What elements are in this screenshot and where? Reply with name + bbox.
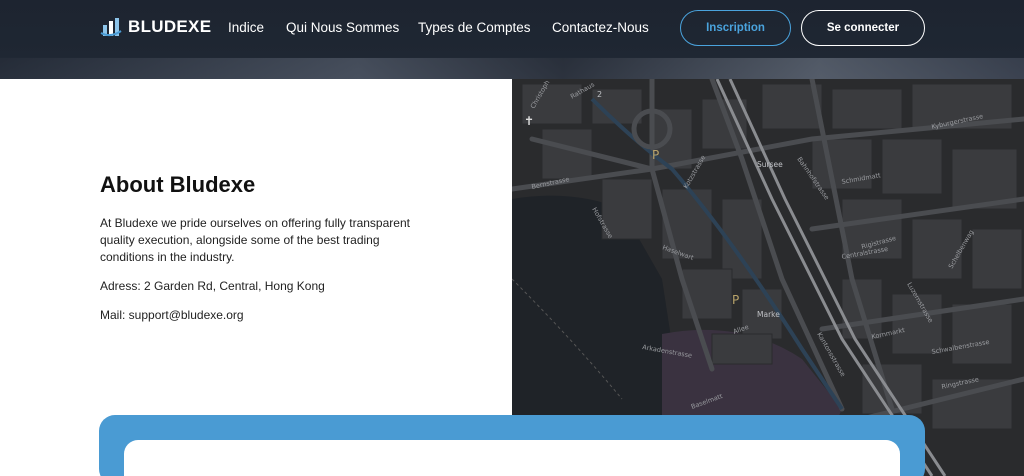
bottom-card xyxy=(124,440,900,476)
signup-button[interactable]: Inscription xyxy=(680,10,791,46)
map-label: 2 xyxy=(597,90,602,99)
about-address: Adress: 2 Garden Rd, Central, Hong Kong xyxy=(100,279,325,293)
about-mail[interactable]: Mail: support@bludexe.org xyxy=(100,307,410,324)
nav-item-contact[interactable]: Contactez-Nous xyxy=(552,20,649,35)
nav-item-indice[interactable]: Indice xyxy=(228,20,264,35)
site-header: BLUDEXE Indice Qui Nous Sommes Types de … xyxy=(0,0,1024,79)
brand-logo[interactable]: BLUDEXE xyxy=(100,15,211,39)
login-button[interactable]: Se connecter xyxy=(801,10,925,46)
about-section: About Bludexe At Bludexe we pride oursel… xyxy=(0,79,512,416)
about-description: At Bludexe we pride ourselves on offerin… xyxy=(100,216,410,264)
nav-item-about[interactable]: Qui Nous Sommes xyxy=(286,20,399,35)
parking-icon: P xyxy=(732,293,739,307)
map-label: Marke xyxy=(757,310,780,319)
building-chart-icon xyxy=(100,18,122,37)
brand-name: BLUDEXE xyxy=(128,17,212,36)
church-icon: ✝ xyxy=(524,114,534,128)
map-label: Sursee xyxy=(757,160,783,169)
header-background-band xyxy=(0,58,1024,79)
about-title: About Bludexe xyxy=(100,172,256,197)
nav-item-account-types[interactable]: Types de Comptes xyxy=(418,20,531,35)
parking-icon: P xyxy=(652,148,659,162)
